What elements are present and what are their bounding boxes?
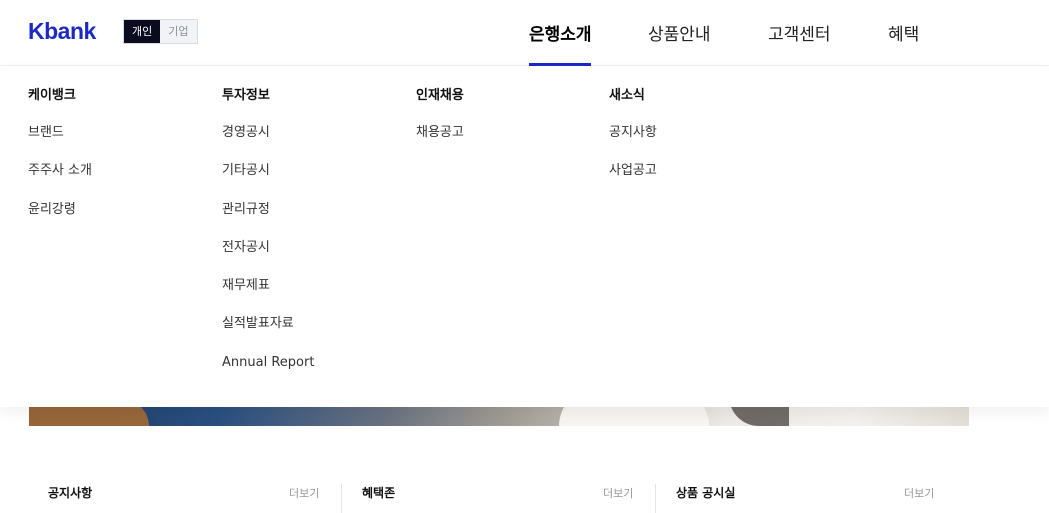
nav-benefits[interactable]: 혜택	[888, 20, 919, 45]
site-header: Kbank 개인 기업 은행소개 상품안내 고객센터 혜택	[0, 0, 1049, 66]
menu-link-brand[interactable]: 브랜드	[28, 123, 92, 161]
nav-bank-intro[interactable]: 은행소개	[529, 20, 592, 45]
menu-link-job-postings[interactable]: 채용공고	[416, 123, 464, 161]
menu-link-management-disclosure[interactable]: 경영공시	[222, 123, 314, 161]
board-title: 상품 공시실	[676, 486, 736, 500]
mega-menu-panel: 케이뱅크 브랜드 주주사 소개 윤리강령 투자정보 경영공시 기타공시 관리규정…	[0, 66, 1049, 407]
menu-link-annual-report[interactable]: Annual Report	[222, 353, 314, 391]
menu-column-title[interactable]: 투자정보	[222, 86, 314, 106]
menu-link-regulations[interactable]: 관리규정	[222, 200, 314, 238]
menu-column-recruit: 인재채용 채용공고	[416, 86, 464, 161]
segment-business[interactable]: 기업	[160, 20, 197, 43]
kbank-logo[interactable]: Kbank	[28, 18, 96, 45]
menu-column-news: 새소식 공지사항 사업공고	[609, 86, 657, 200]
segment-personal[interactable]: 개인	[124, 20, 161, 43]
customer-type-toggle: 개인 기업	[123, 19, 198, 44]
menu-link-ethics[interactable]: 윤리강령	[28, 200, 92, 238]
nav-customer-center[interactable]: 고객센터	[768, 20, 831, 45]
menu-link-other-disclosure[interactable]: 기타공시	[222, 161, 314, 199]
menu-link-business-notices[interactable]: 사업공고	[609, 161, 657, 199]
menu-column-title[interactable]: 케이뱅크	[28, 86, 92, 106]
menu-column-title[interactable]: 인재채용	[416, 86, 464, 106]
menu-link-notices[interactable]: 공지사항	[609, 123, 657, 161]
board-product-disclosure: 상품 공시실 더보기	[0, 480, 1049, 513]
menu-column-title[interactable]: 새소식	[609, 86, 657, 106]
menu-link-shareholders[interactable]: 주주사 소개	[28, 161, 92, 199]
menu-link-earnings-materials[interactable]: 실적발표자료	[222, 314, 314, 352]
menu-column-kbank: 케이뱅크 브랜드 주주사 소개 윤리강령	[28, 86, 92, 238]
menu-link-financial-statements[interactable]: 재무제표	[222, 276, 314, 314]
nav-products[interactable]: 상품안내	[648, 20, 711, 45]
board-more-link[interactable]: 더보기	[904, 485, 934, 501]
board-section: 공지사항 더보기 혜택존 더보기 상품 공시실 더보기	[0, 480, 1049, 513]
menu-link-electronic-disclosure[interactable]: 전자공시	[222, 238, 314, 276]
menu-column-investment: 투자정보 경영공시 기타공시 관리규정 전자공시 재무제표 실적발표자료 Ann…	[222, 86, 314, 391]
